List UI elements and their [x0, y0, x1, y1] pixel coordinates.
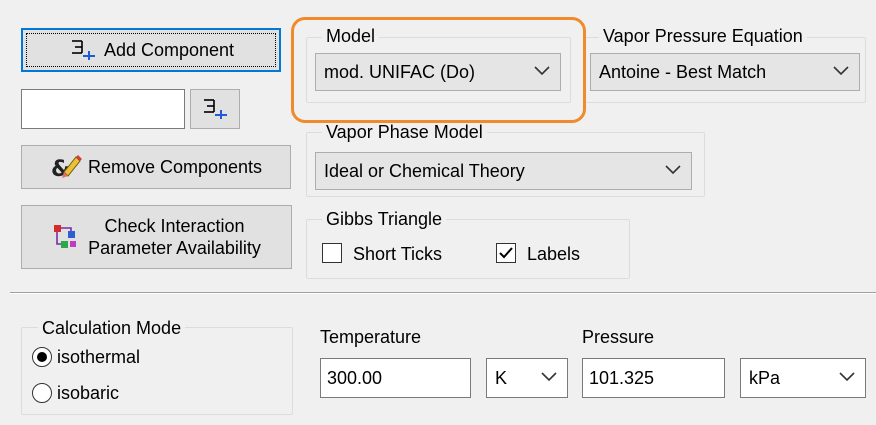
- isobaric-label[interactable]: isobaric: [57, 382, 119, 404]
- short-ticks-label[interactable]: Short Ticks: [353, 243, 442, 265]
- isothermal-radio[interactable]: [32, 347, 52, 367]
- vapor-phase-select[interactable]: Ideal or Chemical Theory: [315, 152, 692, 190]
- temperature-unit-value: K: [495, 367, 508, 388]
- checkmark-icon: [499, 247, 513, 259]
- temperature-input[interactable]: 300.00: [320, 358, 471, 398]
- calculation-mode-group-label: Calculation Mode: [38, 318, 186, 338]
- labels-checkbox[interactable]: [496, 243, 516, 263]
- temperature-label: Temperature: [320, 327, 422, 347]
- vapor-phase-selected-value: Ideal or Chemical Theory: [324, 160, 525, 181]
- component-input[interactable]: [21, 89, 185, 129]
- vapor-phase-group-label: Vapor Phase Model: [322, 122, 487, 142]
- pressure-unit-value: kPa: [749, 367, 781, 388]
- chevron-down-icon: [833, 66, 849, 76]
- remove-components-icon: &: [50, 152, 82, 182]
- chevron-down-icon: [541, 372, 557, 382]
- short-ticks-checkbox[interactable]: [322, 243, 342, 263]
- model-select[interactable]: mod. UNIFAC (Do): [315, 53, 561, 91]
- isothermal-label[interactable]: isothermal: [57, 346, 140, 368]
- vapor-pressure-select[interactable]: Antoine - Best Match: [590, 53, 860, 91]
- check-interaction-button[interactable]: Check Interaction Parameter Availability: [21, 205, 292, 269]
- pressure-unit-select[interactable]: kPa: [740, 358, 866, 398]
- vapor-pressure-group-label: Vapor Pressure Equation: [599, 26, 807, 46]
- vapor-pressure-selected-value: Antoine - Best Match: [599, 61, 767, 82]
- check-interaction-label-line1: Check Interaction: [104, 216, 245, 236]
- chevron-down-icon: [665, 165, 681, 175]
- check-interaction-icon: [52, 222, 80, 252]
- add-component-small-icon: [200, 97, 230, 121]
- chevron-down-icon: [534, 66, 550, 76]
- remove-components-button[interactable]: & Remove Components: [21, 145, 291, 189]
- check-interaction-label-line2: Parameter Availability: [88, 238, 261, 258]
- pressure-input[interactable]: 101.325: [582, 358, 725, 398]
- section-divider: [10, 292, 876, 294]
- gibbs-triangle-group-label: Gibbs Triangle: [322, 209, 447, 229]
- pressure-label: Pressure: [582, 327, 655, 347]
- temperature-unit-select[interactable]: K: [486, 358, 568, 398]
- remove-components-label: Remove Components: [87, 156, 263, 177]
- isobaric-radio[interactable]: [32, 383, 52, 403]
- model-group-label: Model: [322, 26, 380, 46]
- chevron-down-icon: [839, 372, 855, 382]
- model-selected-value: mod. UNIFAC (Do): [324, 61, 476, 82]
- add-component-small-button[interactable]: [190, 89, 240, 129]
- labels-checkbox-label[interactable]: Labels: [527, 243, 580, 265]
- add-component-button[interactable]: Add Component: [21, 28, 281, 72]
